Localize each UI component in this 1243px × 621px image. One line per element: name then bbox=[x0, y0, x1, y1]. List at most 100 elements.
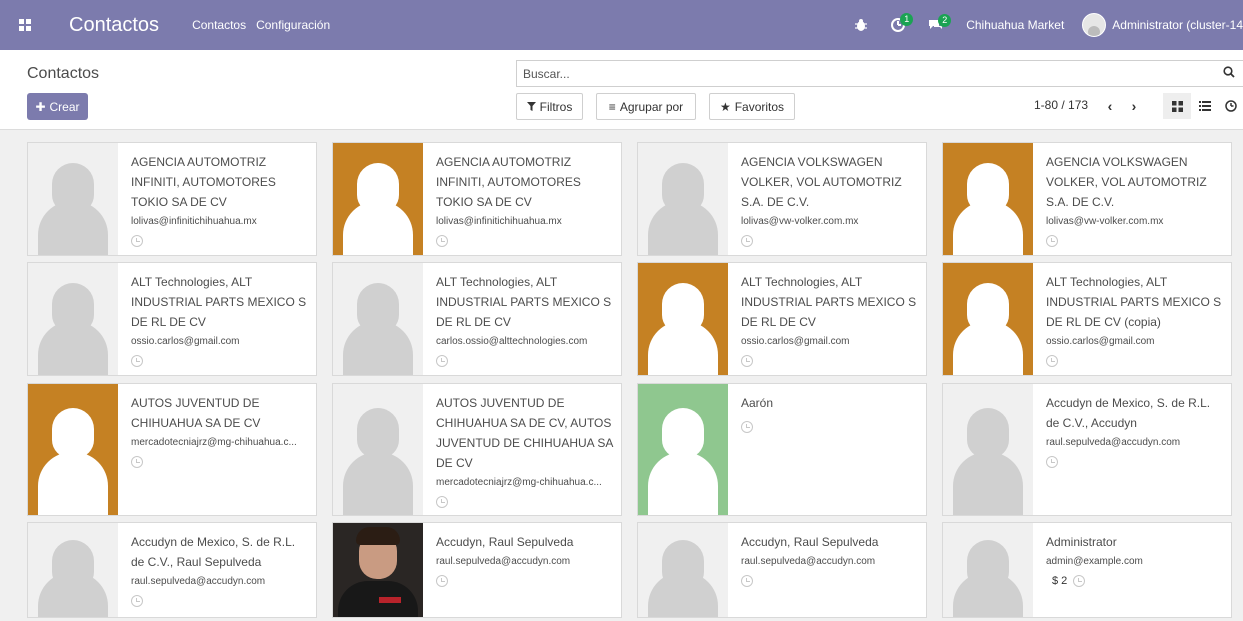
activity-clock-icon[interactable] bbox=[436, 575, 448, 587]
contact-card[interactable]: AGENCIA VOLKSWAGEN VOLKER, VOL AUTOMOTRI… bbox=[942, 142, 1232, 256]
company-switcher[interactable]: Chihuahua Market bbox=[966, 18, 1064, 32]
activity-clock-icon[interactable] bbox=[741, 421, 753, 433]
activity-clock-icon[interactable] bbox=[436, 235, 448, 247]
activity-clock-icon[interactable] bbox=[1046, 355, 1058, 367]
contact-details: ALT Technologies, ALT INDUSTRIAL PARTS M… bbox=[741, 272, 918, 367]
activity-clock-icon[interactable] bbox=[131, 355, 143, 367]
contact-details: Accudyn, Raul Sepulveda raul.sepulveda@ac… bbox=[741, 532, 918, 587]
contact-details: AGENCIA AUTOMOTRIZ INFINITI, AUTOMOTORES… bbox=[436, 152, 613, 247]
activity-row bbox=[436, 575, 613, 587]
app-title[interactable]: Contactos bbox=[69, 14, 159, 37]
activity-clock-icon[interactable]: 1 bbox=[890, 13, 914, 33]
contact-name: AGENCIA AUTOMOTRIZ INFINITI, AUTOMOTORES… bbox=[131, 155, 276, 209]
contact-name: AUTOS JUVENTUD DE CHIHUAHUA SA DE CV, AU… bbox=[436, 396, 613, 470]
activity-clock-icon[interactable] bbox=[436, 496, 448, 508]
contact-email: raul.sepulveda@accudyn.com bbox=[436, 556, 571, 567]
contact-card[interactable]: ALT Technologies, ALT INDUSTRIAL PARTS M… bbox=[637, 262, 927, 376]
contact-placeholder-image bbox=[28, 263, 118, 375]
contact-placeholder-image bbox=[943, 523, 1033, 617]
contact-card[interactable]: Accudyn, Raul Sepulveda raul.sepulveda@ac… bbox=[332, 522, 622, 618]
favorites-button[interactable]: ★ Favoritos bbox=[709, 93, 795, 120]
activity-clock-icon[interactable] bbox=[131, 235, 143, 247]
contact-card[interactable]: AGENCIA AUTOMOTRIZ INFINITI, AUTOMOTORES… bbox=[27, 142, 317, 256]
activity-clock-icon[interactable] bbox=[1046, 235, 1058, 247]
activity-clock-icon[interactable] bbox=[436, 355, 448, 367]
contact-card[interactable]: Administrator admin@example.com $ 2 bbox=[942, 522, 1232, 618]
group-by-button[interactable]: ≡ Agrupar por bbox=[596, 93, 696, 120]
activity-row bbox=[741, 355, 918, 367]
favorites-label: Favoritos bbox=[734, 99, 785, 114]
contact-details: AGENCIA AUTOMOTRIZ INFINITI, AUTOMOTORES… bbox=[131, 152, 308, 247]
contact-placeholder-image bbox=[638, 263, 728, 375]
contact-details: Accudyn de Mexico, S. de R.L. de C.V., A… bbox=[1046, 393, 1223, 468]
contact-details: AUTOS JUVENTUD DE CHIHUAHUA SA DE CV, AU… bbox=[436, 393, 613, 508]
contact-photo bbox=[333, 523, 423, 617]
activity-row bbox=[741, 575, 918, 587]
contact-placeholder-image bbox=[943, 384, 1033, 515]
contact-card[interactable]: ALT Technologies, ALT INDUSTRIAL PARTS M… bbox=[942, 262, 1232, 376]
contact-name: Aarón bbox=[741, 396, 774, 410]
list-lines-icon: ≡ bbox=[608, 99, 616, 114]
search-bar[interactable] bbox=[516, 60, 1243, 87]
contact-name: ALT Technologies, ALT INDUSTRIAL PARTS M… bbox=[436, 275, 612, 329]
create-button[interactable]: ✚ Crear bbox=[27, 93, 88, 120]
contact-email: raul.sepulveda@accudyn.com bbox=[131, 576, 266, 587]
activity-row bbox=[741, 421, 918, 433]
contact-details: AGENCIA VOLKSWAGEN VOLKER, VOL AUTOMOTRI… bbox=[1046, 152, 1223, 247]
contact-card[interactable]: AUTOS JUVENTUD DE CHIHUAHUA SA DE CV, AU… bbox=[332, 383, 622, 516]
contact-name: Accudyn, Raul Sepulveda bbox=[741, 535, 879, 549]
contact-name: Accudyn de Mexico, S. de R.L. de C.V., A… bbox=[1046, 396, 1211, 430]
activity-clock-icon[interactable] bbox=[741, 235, 753, 247]
contact-email: raul.sepulveda@accudyn.com bbox=[741, 556, 876, 567]
activity-clock-icon[interactable] bbox=[131, 595, 143, 607]
activity-clock-icon[interactable] bbox=[1046, 456, 1058, 468]
contact-card[interactable]: ALT Technologies, ALT INDUSTRIAL PARTS M… bbox=[332, 262, 622, 376]
activity-view-icon[interactable] bbox=[1219, 93, 1243, 119]
pager-value[interactable]: 1-80 / 173 bbox=[1034, 98, 1088, 112]
contact-name: Administrator bbox=[1046, 535, 1117, 549]
create-label: Crear bbox=[49, 99, 80, 114]
messages-icon[interactable]: 2 bbox=[928, 14, 952, 32]
filters-label: Filtros bbox=[539, 99, 573, 114]
search-input[interactable] bbox=[523, 66, 1223, 81]
filters-button[interactable]: Filtros bbox=[516, 93, 583, 120]
contact-card[interactable]: Accudyn de Mexico, S. de R.L. de C.V., R… bbox=[27, 522, 317, 618]
contact-email: admin@example.com bbox=[1046, 556, 1143, 567]
contact-placeholder-image bbox=[28, 143, 118, 255]
contact-email: raul.sepulveda@accudyn.com bbox=[1046, 437, 1181, 448]
activity-clock-icon[interactable] bbox=[741, 575, 753, 587]
messages-badge: 2 bbox=[938, 14, 952, 27]
contact-card[interactable]: AGENCIA VOLKSWAGEN VOLKER, VOL AUTOMOTRI… bbox=[637, 142, 927, 256]
contact-details: Administrator admin@example.com $ 2 bbox=[1046, 532, 1223, 587]
contact-name: Accudyn, Raul Sepulveda bbox=[436, 535, 574, 549]
bug-icon[interactable] bbox=[854, 18, 868, 32]
activity-badge: 1 bbox=[900, 13, 914, 26]
user-menu[interactable]: Administrator (cluster-14 bbox=[1112, 18, 1243, 32]
kanban-view-icon[interactable] bbox=[1163, 93, 1191, 119]
activity-clock-icon[interactable] bbox=[131, 456, 143, 468]
apps-menu-icon[interactable] bbox=[0, 0, 50, 50]
contact-card[interactable]: AGENCIA AUTOMOTRIZ INFINITI, AUTOMOTORES… bbox=[332, 142, 622, 256]
list-view-icon[interactable] bbox=[1191, 93, 1219, 119]
contact-card[interactable]: AUTOS JUVENTUD DE CHIHUAHUA SA DE CV merc… bbox=[27, 383, 317, 516]
user-avatar[interactable] bbox=[1082, 13, 1107, 37]
activity-clock-icon[interactable] bbox=[741, 355, 753, 367]
search-icon[interactable] bbox=[1223, 66, 1243, 81]
contact-name: AGENCIA AUTOMOTRIZ INFINITI, AUTOMOTORES… bbox=[436, 155, 581, 209]
contact-card[interactable]: Accudyn de Mexico, S. de R.L. de C.V., A… bbox=[942, 383, 1232, 516]
contact-card[interactable]: Accudyn, Raul Sepulveda raul.sepulveda@ac… bbox=[637, 522, 927, 618]
contact-card[interactable]: Aarón bbox=[637, 383, 927, 516]
menu-configuracion[interactable]: Configuración bbox=[256, 18, 330, 32]
contact-placeholder-image bbox=[638, 143, 728, 255]
activity-clock-icon[interactable] bbox=[1073, 575, 1086, 587]
activity-row bbox=[741, 235, 918, 247]
pager-previous-icon[interactable]: ‹ bbox=[1097, 93, 1123, 119]
contact-card[interactable]: ALT Technologies, ALT INDUSTRIAL PARTS M… bbox=[27, 262, 317, 376]
contact-email: lolivas@vw-volker.com.mx bbox=[741, 216, 859, 227]
activity-row bbox=[1046, 355, 1223, 367]
top-navbar: Contactos Contactos Configuración 1 2 Ch… bbox=[0, 0, 1243, 50]
menu-contactos[interactable]: Contactos bbox=[192, 18, 246, 32]
contact-email: mercadotecniajrz@mg-chihuahua.c... bbox=[436, 477, 602, 488]
contact-placeholder-image bbox=[333, 384, 423, 515]
pager-next-icon[interactable]: › bbox=[1121, 93, 1147, 119]
